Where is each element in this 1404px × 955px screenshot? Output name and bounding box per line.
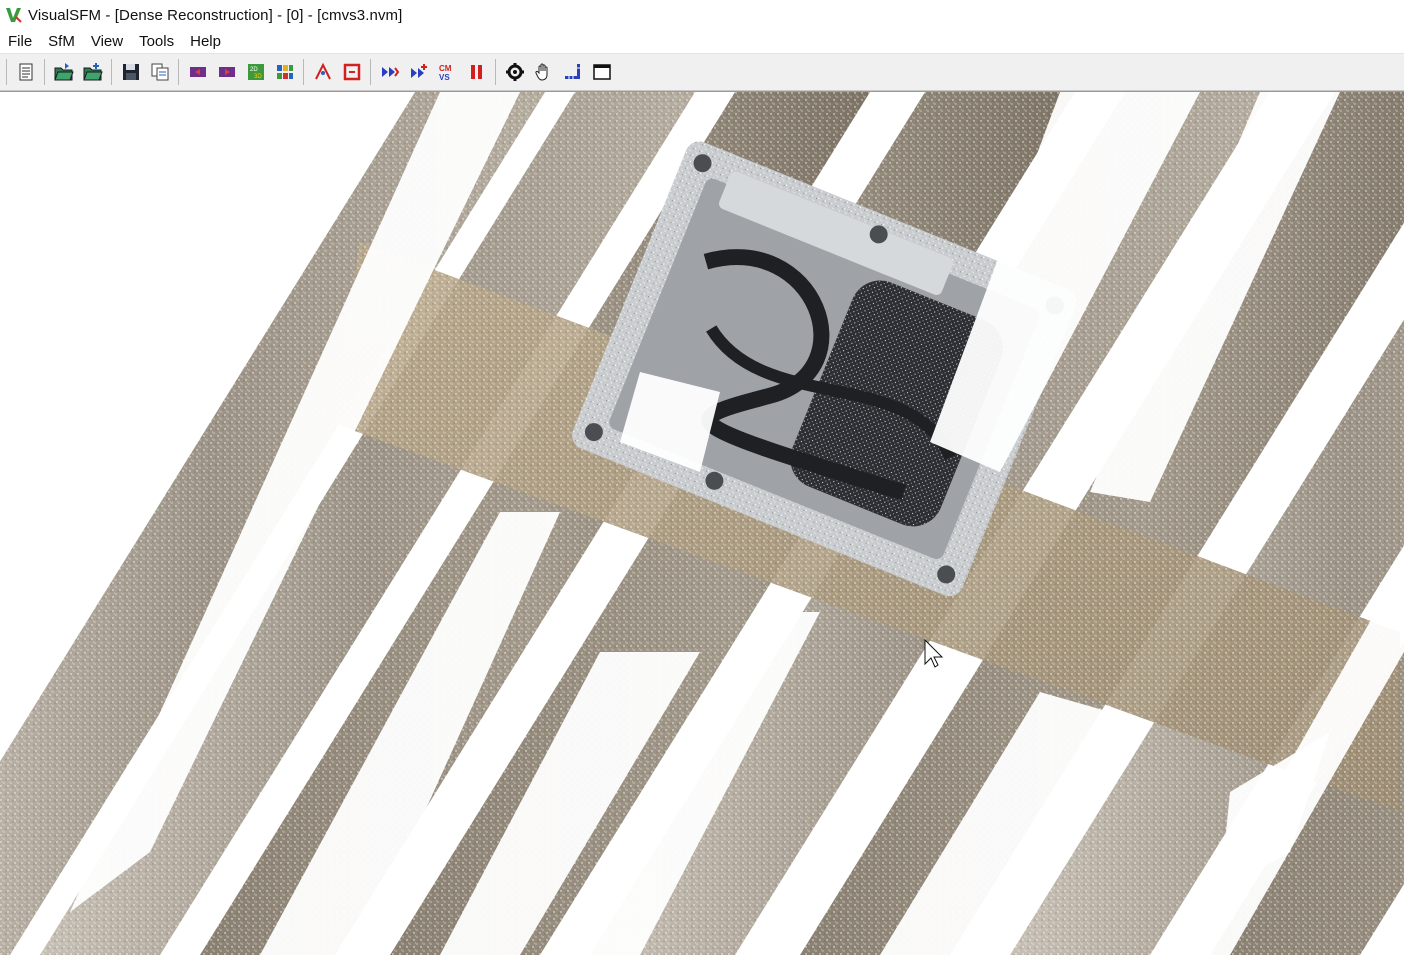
thumbnails-grid-icon[interactable] [272, 59, 298, 85]
compute-missing-match-icon[interactable] [377, 59, 403, 85]
pause-icon[interactable] [464, 59, 490, 85]
svg-text:VS: VS [439, 73, 450, 82]
svg-text:2D: 2D [250, 67, 258, 73]
log-window-icon[interactable] [13, 59, 39, 85]
point-cloud-viewport[interactable] [0, 91, 1404, 955]
save-icon[interactable] [118, 59, 144, 85]
add-images-icon[interactable] [80, 59, 106, 85]
previous-model-icon[interactable] [185, 59, 211, 85]
pan-hand-icon[interactable] [531, 59, 557, 85]
show-match-icon[interactable] [339, 59, 365, 85]
svg-text:CM: CM [439, 64, 452, 73]
window-title: VisualSFM - [Dense Reconstruction] - [0]… [28, 6, 403, 24]
toolbar-separator [44, 59, 45, 85]
menu-file[interactable]: File [0, 30, 40, 53]
switch-2d-3d-icon[interactable]: 2D 3D [243, 59, 269, 85]
point-cloud-gap [70, 92, 520, 912]
toolbar-separator [303, 59, 304, 85]
svg-text:3D: 3D [254, 74, 262, 80]
toolbar-separator [111, 59, 112, 85]
show-features-icon[interactable] [310, 59, 336, 85]
open-folder-icon[interactable] [51, 59, 77, 85]
next-model-icon[interactable] [214, 59, 240, 85]
compute-3d-reconstruction-icon[interactable] [406, 59, 432, 85]
toolbar-separator [6, 59, 7, 85]
menu-view[interactable]: View [83, 30, 131, 53]
menu-tools[interactable]: Tools [131, 30, 182, 53]
full-window-icon[interactable] [589, 59, 615, 85]
menu-help[interactable]: Help [182, 30, 229, 53]
copy-icon[interactable] [147, 59, 173, 85]
menu-sfm[interactable]: SfM [40, 30, 83, 53]
settings-gear-icon[interactable] [502, 59, 528, 85]
dense-point-cloud[interactable] [0, 92, 1404, 955]
menu-bar: File SfM View Tools Help [0, 30, 1404, 54]
toolbar-separator [370, 59, 371, 85]
toolbar-separator [178, 59, 179, 85]
ruler-icon[interactable] [560, 59, 586, 85]
toolbar: 2D 3D CM VS [0, 54, 1404, 91]
visualsfm-logo-icon[interactable] [3, 4, 25, 26]
toolbar-separator [495, 59, 496, 85]
title-bar: VisualSFM - [Dense Reconstruction] - [0]… [0, 0, 1404, 30]
run-dense-reconstruction-icon[interactable]: CM VS [435, 59, 461, 85]
